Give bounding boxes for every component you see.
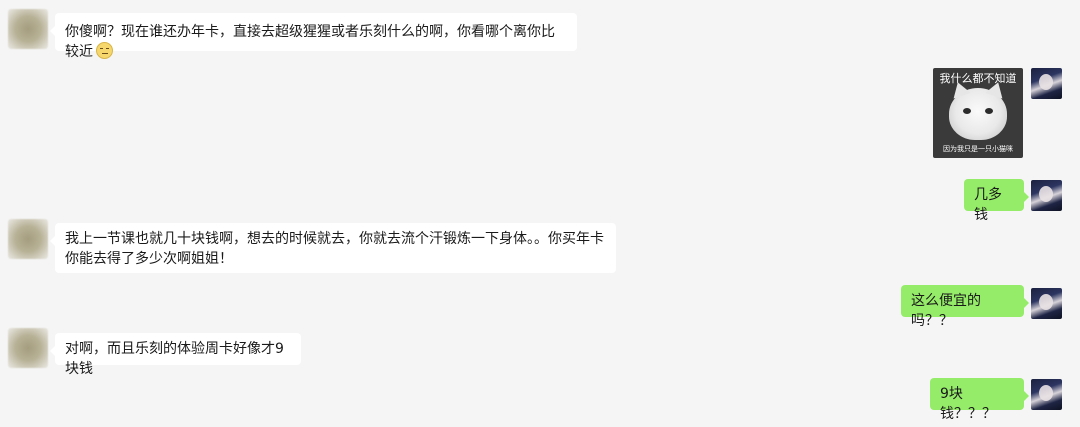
user-avatar[interactable]: [1031, 180, 1062, 211]
contact-avatar[interactable]: [8, 219, 48, 259]
unamused-face-emoji-icon: [96, 42, 113, 59]
cat-sticker-image[interactable]: 我什么都不知道 因为我只是一只小猫咪: [933, 68, 1023, 158]
chat-window: 你傻啊？现在谁还办年卡，直接去超级猩猩或者乐刻什么的啊，你看哪个离你比较近 我什…: [0, 0, 1080, 427]
contact-avatar[interactable]: [8, 328, 48, 368]
message-bubble-right[interactable]: 9块钱？？？: [930, 378, 1029, 422]
contact-avatar[interactable]: [8, 9, 48, 49]
sticker-top-caption: 我什么都不知道: [939, 72, 1017, 85]
message-bubble-left[interactable]: 你傻啊？现在谁还办年卡，直接去超级猩猩或者乐刻什么的啊，你看哪个离你比较近: [50, 13, 577, 60]
cat-eye: [963, 108, 971, 114]
message-text: 对啊，而且乐刻的体验周卡好像才9块钱: [65, 341, 284, 377]
message-text: 我上一节课也就几十块钱啊，想去的时候就去，你就去流个汗锻炼一下身体。。你买年卡你…: [65, 231, 604, 267]
user-avatar[interactable]: [1031, 288, 1062, 319]
message-bubble-right[interactable]: 这么便宜的吗？？: [901, 285, 1029, 329]
message-text: 几多钱: [974, 187, 1002, 223]
message-text: 你傻啊？现在谁还办年卡，直接去超级猩猩或者乐刻什么的啊，你看哪个离你比较近: [65, 24, 555, 60]
user-avatar[interactable]: [1031, 379, 1062, 410]
message-bubble-right[interactable]: 几多钱: [964, 179, 1029, 223]
sticker-bottom-caption: 因为我只是一只小猫咪: [943, 145, 1013, 153]
message-text: 这么便宜的吗？？: [911, 293, 981, 329]
message-text: 9块钱？？？: [940, 386, 996, 422]
message-bubble-left[interactable]: 我上一节课也就几十块钱啊，想去的时候就去，你就去流个汗锻炼一下身体。。你买年卡你…: [50, 223, 616, 273]
cat-icon: [949, 88, 1007, 140]
message-bubble-left[interactable]: 对啊，而且乐刻的体验周卡好像才9块钱: [50, 333, 301, 377]
user-avatar[interactable]: [1031, 68, 1062, 99]
cat-eye: [985, 108, 993, 114]
